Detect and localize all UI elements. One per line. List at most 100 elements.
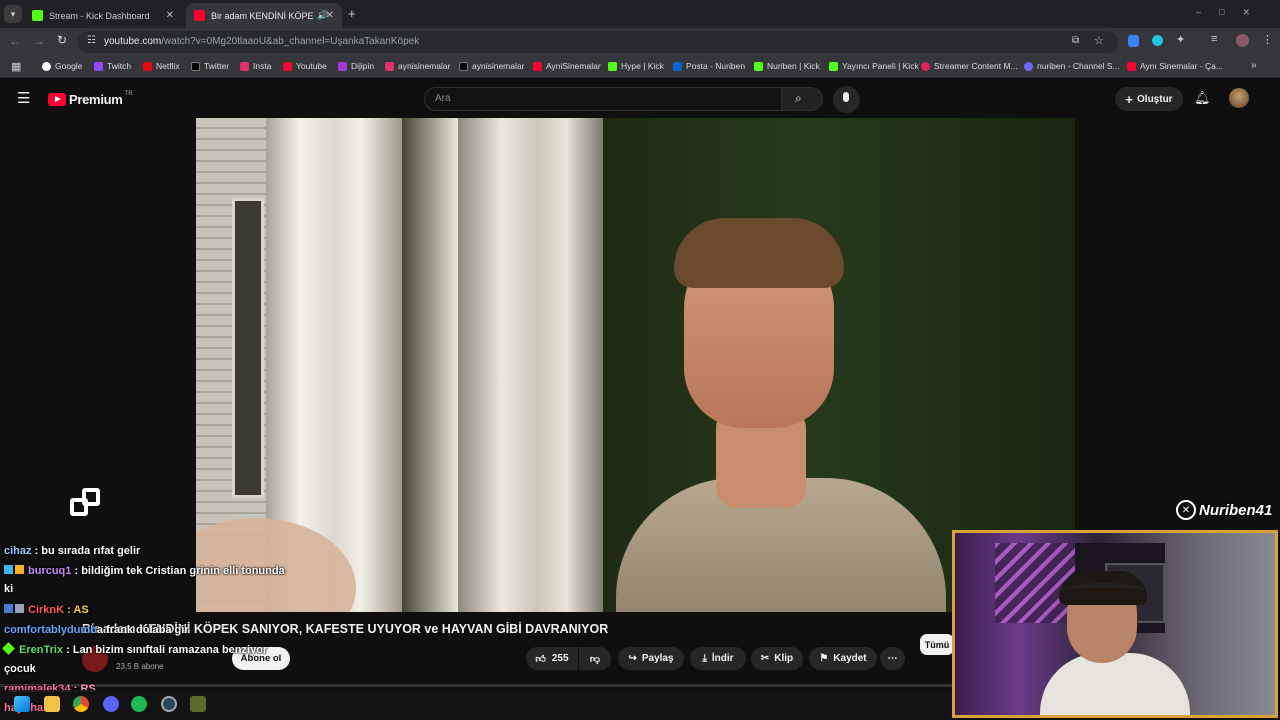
bookmark-streamer-content[interactable]: Streamer Content M... [921,61,1018,71]
steam-icon[interactable] [161,696,177,712]
kick-icon [608,61,617,71]
url-domain: youtube.com [104,36,162,47]
thumbs-up-icon: 👍︎ [535,653,546,665]
tab-search-button[interactable]: ▾ [4,5,22,23]
youtube-icon [1127,61,1136,71]
create-button[interactable]: + Oluştur [1115,87,1183,111]
hamburger-menu-icon[interactable]: ☰ [17,89,30,107]
bookmark-aynisinemalar[interactable]: aynisinemalar [385,61,450,71]
dijipin-icon [338,61,347,71]
filter-chip-all[interactable]: Tümü [920,634,954,655]
close-icon[interactable]: ✕ [166,10,174,21]
chat-username: comfortablydumb [4,624,97,636]
install-app-icon[interactable]: ⧉ [1072,35,1079,46]
microphone-icon [843,92,849,102]
progress-bar[interactable] [0,684,952,687]
close-icon[interactable]: ✕ [326,10,334,21]
media-control-icon[interactable]: ≡ [1211,33,1217,45]
bookmark-twitter[interactable]: Twitter [191,61,229,71]
chrome-icon[interactable] [73,696,89,712]
logo-country: TR [124,90,133,97]
tab-kick-dashboard[interactable]: Stream - Kick Dashboard ✕ [24,3,182,28]
like-button[interactable]: 👍︎ 255 [526,647,578,670]
new-tab-button[interactable]: + [348,6,356,21]
account-avatar[interactable] [1229,88,1249,108]
bookmark-posta[interactable]: Posta - Nuriben [673,61,745,71]
chat-text: : AS [67,604,89,616]
extensions-puzzle-icon[interactable]: ✦ [1176,33,1185,46]
thumbs-down-icon: 👎︎ [589,653,601,665]
instagram-icon [240,61,249,71]
tab-youtube-video[interactable]: Bir adam KENDİNİ KÖPEK S 🔊 ✕ [186,3,342,28]
bookmark-nuriben-channel[interactable]: nuriben - Channel S... [1024,61,1120,71]
bookmark-ayni-sinemalar[interactable]: Aynı Sinemalar - Ça... [1127,61,1223,71]
file-explorer-icon[interactable] [44,696,60,712]
apps-grid-icon[interactable]: ▦ [11,60,21,73]
youtube-play-icon [48,93,66,106]
bookmark-star-icon[interactable]: ☆ [1094,34,1104,47]
video-frame-window [232,198,264,498]
tab-title: Bir adam KENDİNİ KÖPEK S [211,10,313,21]
voice-search-button[interactable] [833,86,860,113]
search-input[interactable]: Ara [424,87,782,111]
clip-button[interactable]: ✂ Klip [751,647,803,670]
discord-icon[interactable] [103,696,119,712]
menu-kebab-icon[interactable]: ⋮ [1262,33,1273,46]
video-player[interactable] [196,118,1075,612]
twitch-icon [94,61,103,71]
extension-icon[interactable] [1128,35,1139,47]
youtube-icon [194,10,205,21]
bookmark-insta[interactable]: Insta [240,61,271,71]
logo-text: Premium [69,92,123,107]
x-icon: ✕ [1176,500,1196,520]
forward-icon[interactable]: → [33,34,45,48]
bookmark-youtube[interactable]: Youtube [283,61,327,71]
windows-start-icon[interactable] [14,696,30,712]
bookmark-dijipin[interactable]: Dijipin [338,61,374,71]
address-bar[interactable]: ☷ youtube.com/watch?v=0Mg20tlaaoU&ab_cha… [78,31,1118,53]
chat-message: ErenTrix : Lan bizim sınıftali ramazana … [2,642,267,656]
youtube-logo[interactable]: Premium TR [48,90,133,107]
dislike-button[interactable]: 👎︎ [579,647,611,670]
spotify-icon[interactable] [131,696,147,712]
x-icon [191,61,200,71]
back-icon[interactable]: ← [9,34,21,48]
bookmark-hype-kick[interactable]: Hype | Kick [608,61,664,71]
bookmark-aynisinemalar-yt[interactable]: AyniSinemalar [533,61,601,71]
youtube-icon [533,61,542,71]
outlook-icon [673,61,682,71]
bookmark-google[interactable]: Google [42,61,82,71]
bookmark-twitch[interactable]: Twitch [94,61,131,71]
stream-watermark: ✕ Nuriben41 [1176,500,1272,520]
more-actions-button[interactable]: ⋯ [880,647,905,670]
url-text: youtube.com/watch?v=0Mg20tlaaoU&ab_chann… [104,36,419,47]
share-button[interactable]: ↪ Paylaş [618,647,684,670]
save-button[interactable]: ⚑ Kaydet [809,647,877,670]
subscriber-count: 23,5 B abone [116,662,164,671]
more-bookmarks-icon[interactable]: » [1251,60,1257,71]
bookmark-yayinci-paneli[interactable]: Yayıncı Paneli | Kick [829,61,919,71]
download-button[interactable]: ⤓ İndir [690,647,746,670]
stream-logo-icon [70,488,102,520]
reload-icon[interactable]: ↻ [57,33,67,47]
chat-text: ki [4,583,14,595]
bookmark-netflix[interactable]: Netflix [143,61,180,71]
bookmark-nuriben-kick[interactable]: Nuriben | Kick [754,61,820,71]
chat-text: : bu sırada rıfat gelir [34,545,141,557]
site-info-icon[interactable]: ☷ [87,35,96,46]
x-icon [459,61,468,71]
bookmark-aynisinemalar-x[interactable]: aynisinemalar [459,61,524,71]
instagram-icon [385,61,394,71]
notifications-bell-icon[interactable]: 🔔︎ [1194,90,1211,106]
app-icon[interactable] [190,696,206,712]
search-button[interactable]: ⌕ [781,87,823,111]
tab-title: Stream - Kick Dashboard [49,10,150,21]
chat-text: çocuk [4,663,36,675]
profile-avatar[interactable] [1236,34,1249,47]
chat-text: a frank dolaba gir [96,624,189,636]
badge-icon [15,604,24,613]
youtube-icon [283,61,292,71]
kick-icon [829,61,838,71]
bookmark-icon: ⚑ [819,653,829,664]
extension-icon[interactable] [1152,35,1163,46]
